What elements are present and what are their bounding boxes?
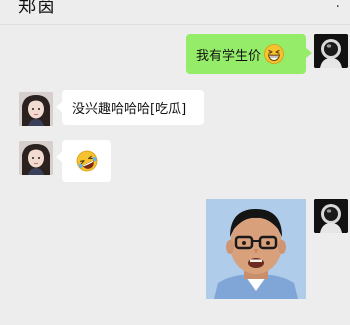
grinning-squint-emoji-icon: [264, 44, 284, 64]
contact-name: 郑茵: [18, 0, 56, 17]
message-text: 我有学生价: [196, 48, 262, 64]
my-avatar[interactable]: [314, 34, 348, 68]
contact-avatar[interactable]: [19, 92, 53, 126]
more-options-icon[interactable]: ·: [336, 0, 340, 14]
rolling-laughing-emoji-icon: [76, 150, 98, 172]
chat-window: 郑茵 · 我有学生价 没兴趣哈哈哈[吃瓜]: [0, 0, 350, 325]
contact-avatar[interactable]: [19, 141, 53, 175]
message-bubble-received[interactable]: 没兴趣哈哈哈[吃瓜]: [56, 90, 204, 125]
message-bubble-received[interactable]: [56, 140, 111, 182]
message-bubble-sent[interactable]: 我有学生价: [186, 34, 312, 74]
my-avatar[interactable]: [314, 199, 348, 233]
message-text: 没兴趣哈哈哈[吃瓜]: [72, 102, 187, 117]
man-with-glasses-sticker[interactable]: [206, 199, 306, 299]
chat-header: 郑茵 ·: [0, 0, 350, 25]
